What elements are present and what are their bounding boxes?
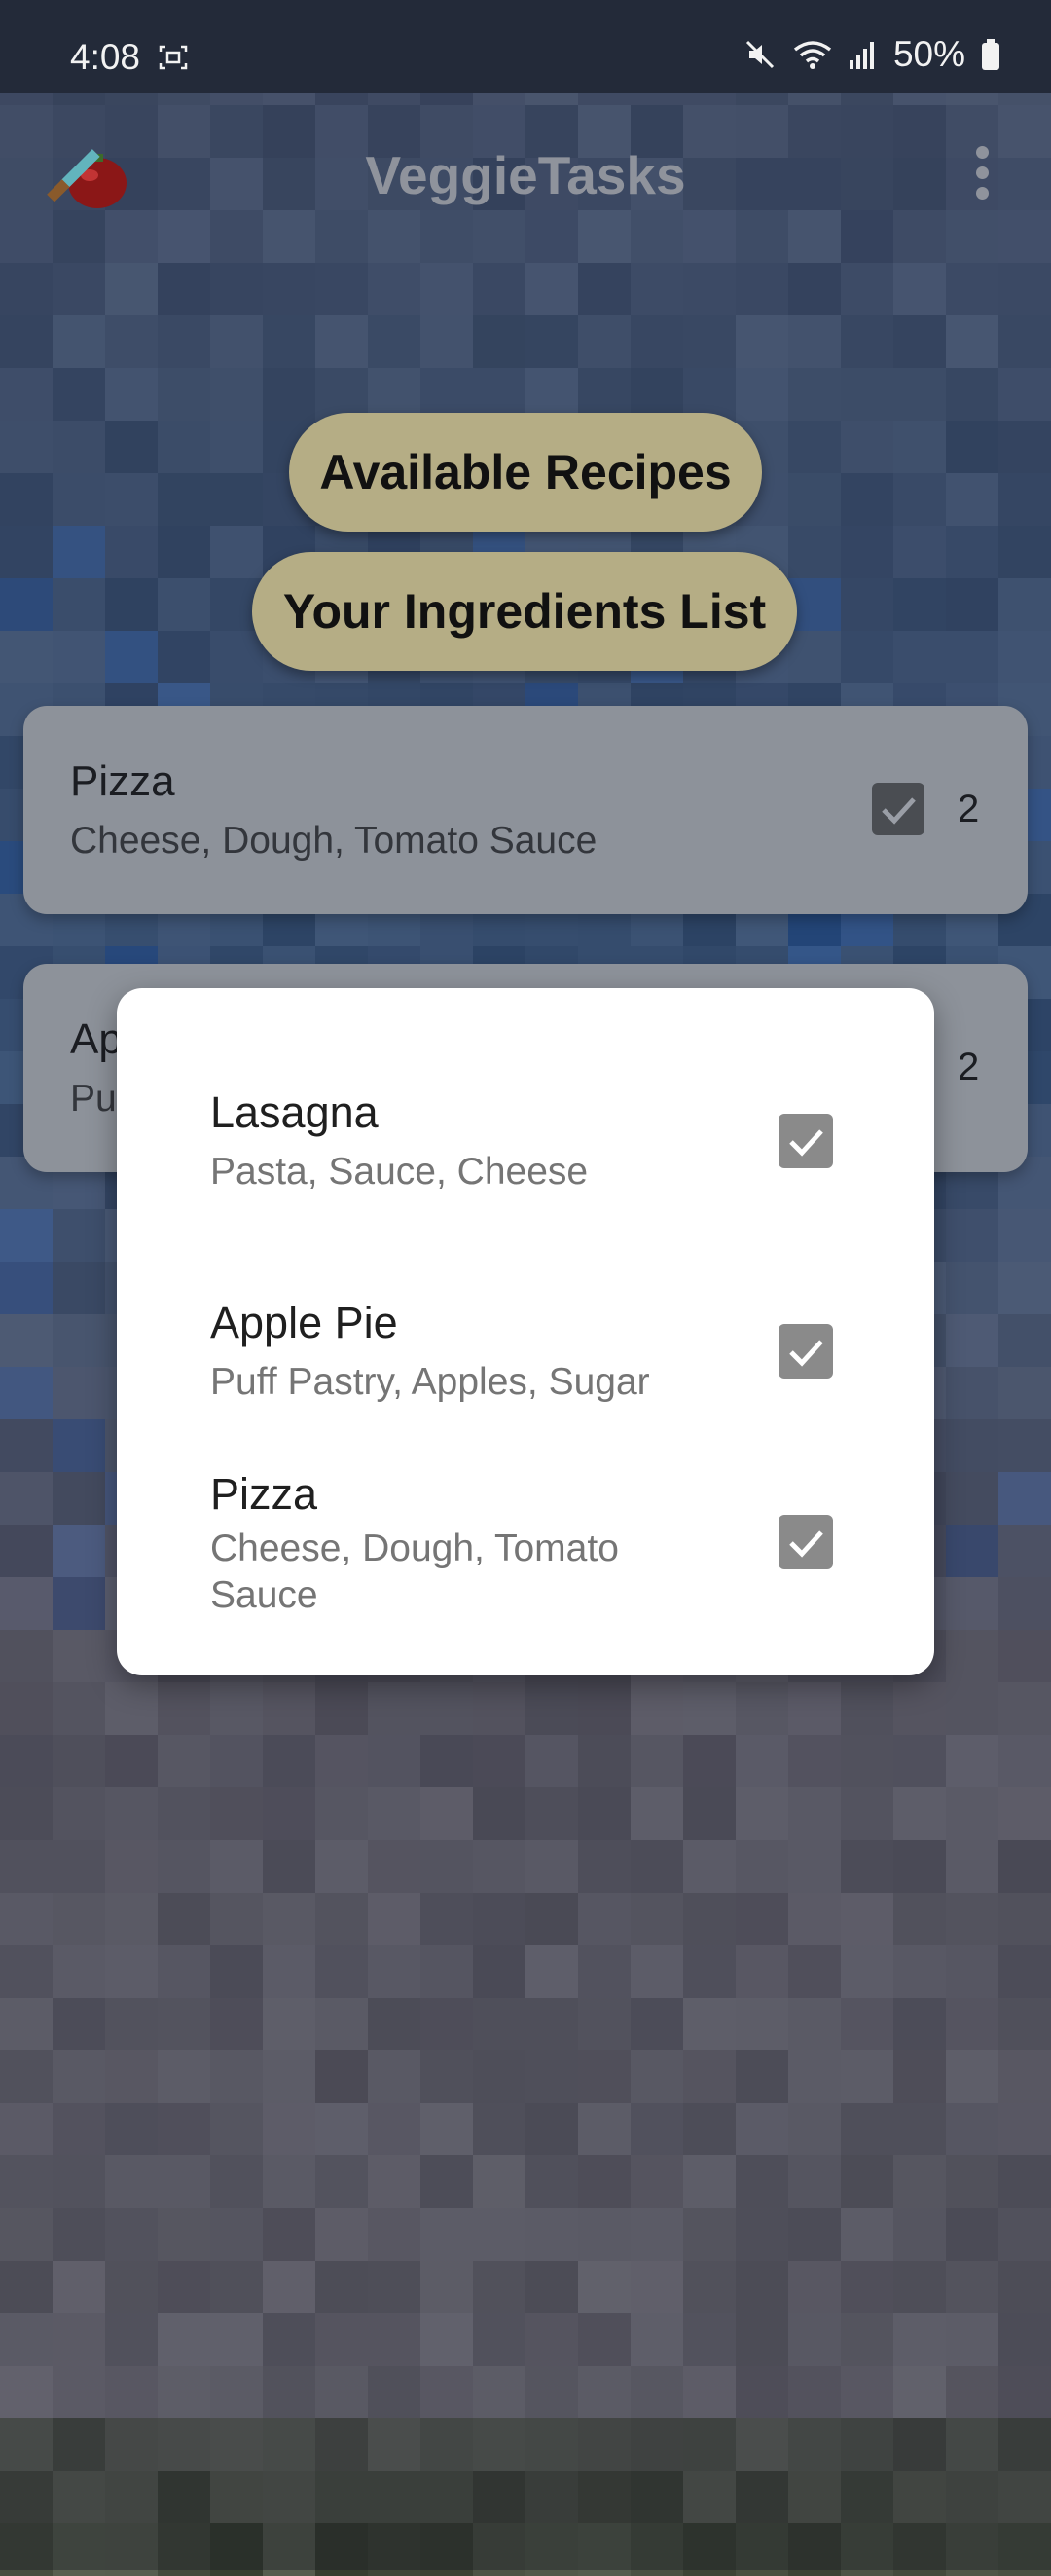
- dialog-item-ingredients: Cheese, Dough, Tomato Sauce: [210, 1527, 619, 1616]
- recipe-card-checkbox[interactable]: [872, 783, 924, 835]
- recipe-card-ingredients: Cheese, Dough, Tomato Sauce: [70, 820, 598, 862]
- wifi-icon: [793, 41, 832, 69]
- dialog-item-checkbox[interactable]: [779, 1515, 833, 1569]
- status-time: 4:08: [70, 37, 141, 77]
- recipe-card-ingredients: Pu: [70, 1078, 117, 1120]
- dialog-item-ingredients: Puff Pastry, Apples, Sugar: [210, 1361, 650, 1403]
- battery-percent: 50%: [892, 34, 965, 74]
- recipe-card[interactable]: Pizza Cheese, Dough, Tomato Sauce 2: [23, 706, 1028, 914]
- status-right-icons: 50%: [743, 33, 1000, 76]
- app-title: VeggieTasks: [365, 145, 686, 205]
- check-icon: [789, 1340, 823, 1367]
- dialog-item-ingredients: Pasta, Sauce, Cheese: [210, 1151, 589, 1193]
- more-vert-icon[interactable]: [965, 146, 998, 204]
- recipe-card-title: Pizza: [70, 757, 175, 805]
- check-icon: [789, 1129, 823, 1157]
- dialog-item-title: Lasagna: [210, 1087, 379, 1137]
- mute-icon: [745, 40, 774, 69]
- screenshot-icon: [159, 45, 188, 70]
- dialog-item-title: Pizza: [210, 1469, 318, 1519]
- recipe-card-title: Ap: [70, 1015, 123, 1063]
- recipe-card-count: 2: [958, 788, 980, 830]
- dialog-item-title: Apple Pie: [210, 1298, 398, 1347]
- status-bar: 4:08 50%: [0, 0, 1051, 93]
- check-icon: [882, 797, 916, 825]
- recipe-select-dialog: Lasagna Pasta, Sauce, Cheese Apple Pie P…: [117, 988, 934, 1675]
- available-recipes-button[interactable]: Available Recipes: [289, 413, 762, 532]
- battery-icon: [982, 39, 999, 70]
- signal-icon: [849, 42, 874, 69]
- dialog-item-checkbox[interactable]: [779, 1114, 833, 1168]
- ingredients-list-button[interactable]: Your Ingredients List: [252, 552, 797, 671]
- recipe-card-count: 2: [958, 1046, 980, 1088]
- dialog-item-checkbox[interactable]: [779, 1324, 833, 1379]
- check-icon: [789, 1530, 823, 1558]
